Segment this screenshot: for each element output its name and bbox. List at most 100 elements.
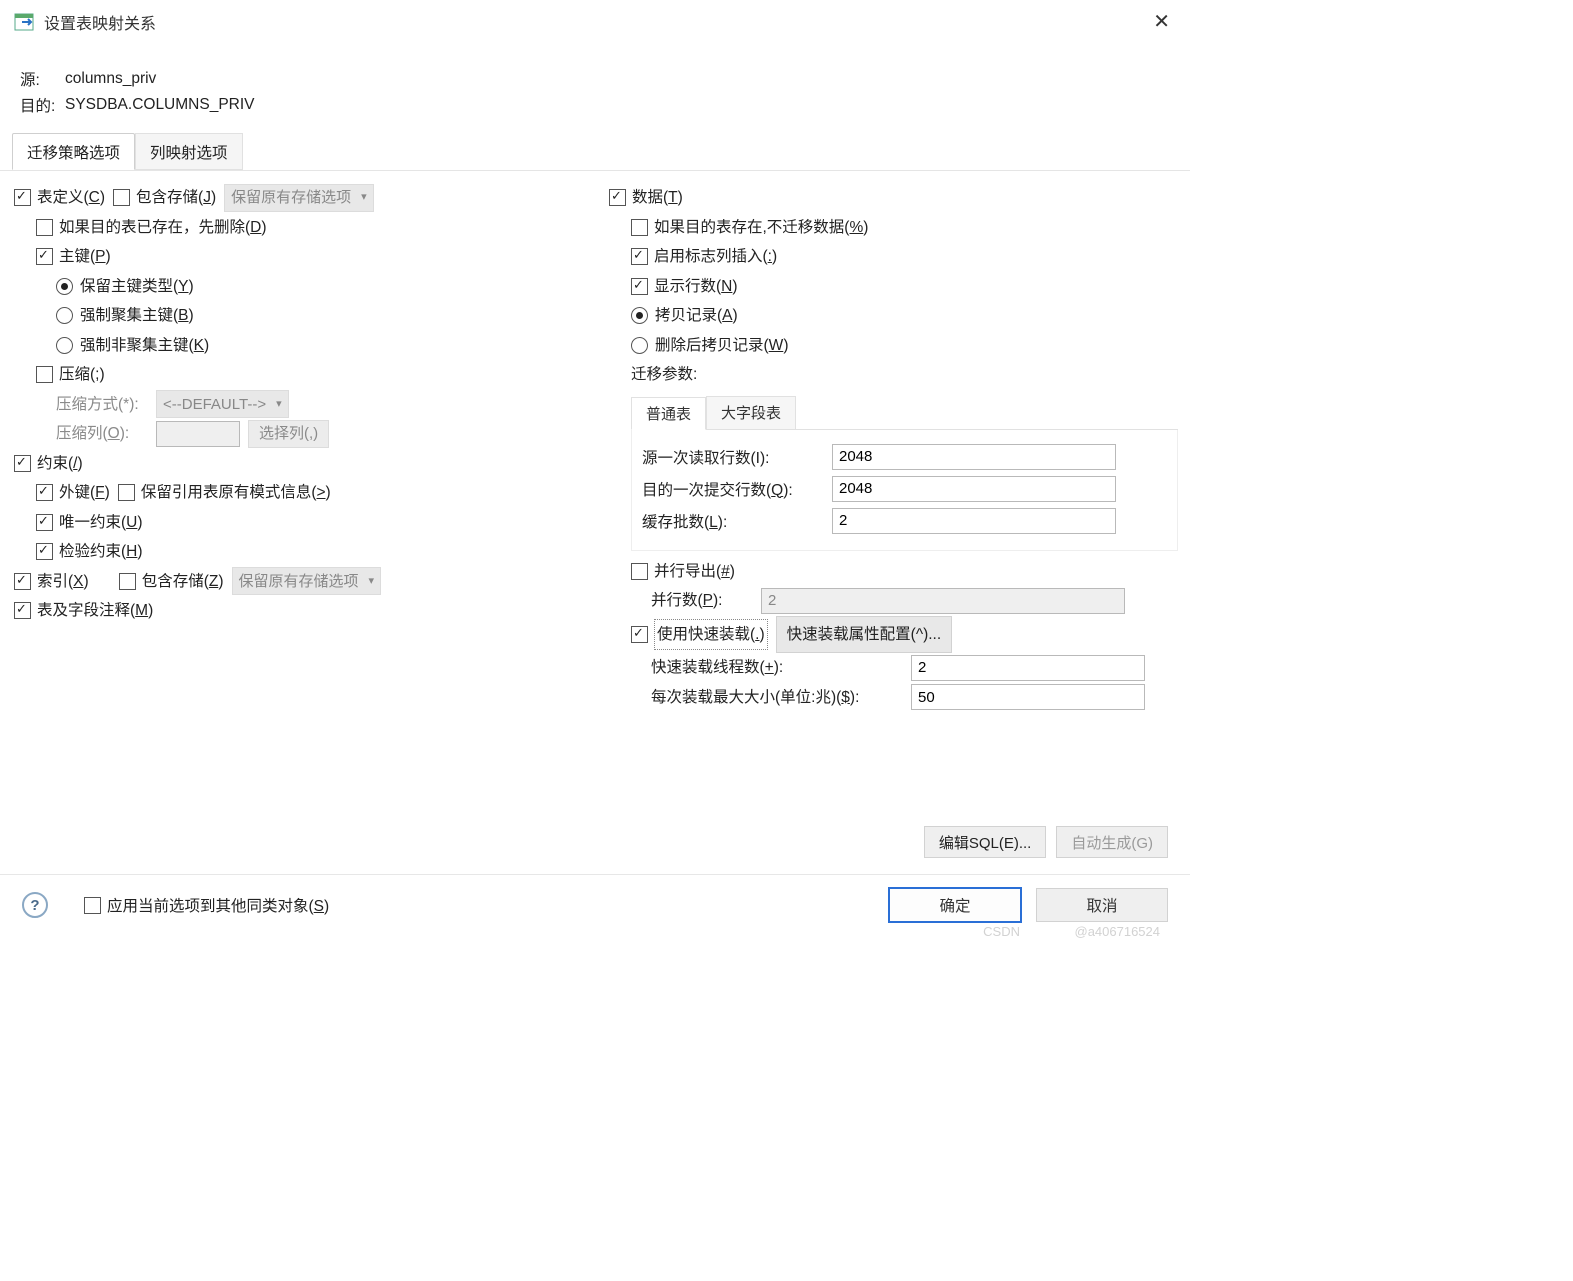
force-nonclustered-pk-label: 强制非聚集主键(K)	[80, 331, 209, 361]
select-columns-button: 选择列(,)	[248, 420, 329, 448]
force-clustered-pk-label: 强制聚集主键(B)	[80, 301, 194, 331]
data-checkbox[interactable]	[609, 189, 626, 206]
footer: ? 应用当前选项到其他同类对象(S) 确定 取消	[0, 875, 1190, 923]
table-definition-checkbox[interactable]	[14, 189, 31, 206]
identity-insert-checkbox[interactable]	[631, 248, 648, 265]
target-row: 目的: SYSDBA.COLUMNS_PRIV	[0, 92, 1190, 118]
check-constraint-checkbox[interactable]	[36, 543, 53, 560]
parallel-count-input	[761, 588, 1125, 614]
options-body: 表定义(C) 包含存储(J) 保留原有存储选项▾ 如果目的表已存在，先删除(D)…	[0, 170, 1190, 712]
comments-checkbox[interactable]	[14, 602, 31, 619]
app-icon	[14, 13, 34, 31]
index-include-storage-label: 包含存储(Z)	[142, 567, 224, 597]
param-box: 源一次读取行数(I): 目的一次提交行数(Q): 缓存批数(L):	[631, 430, 1178, 551]
max-load-size-input[interactable]	[911, 684, 1145, 710]
watermark-author: @a406716524	[1075, 924, 1161, 939]
main-tabs: 迁移策略选项 列映射选项	[12, 132, 1190, 170]
keep-ref-schema-checkbox[interactable]	[118, 484, 135, 501]
unique-constraint-checkbox[interactable]	[36, 514, 53, 531]
show-rows-checkbox[interactable]	[631, 278, 648, 295]
subtab-normal-table[interactable]: 普通表	[631, 397, 706, 430]
tab-column-mapping[interactable]: 列映射选项	[135, 133, 243, 170]
fast-load-checkbox[interactable]	[631, 626, 648, 643]
delete-then-copy-label: 删除后拷贝记录(W)	[655, 331, 788, 361]
compression-checkbox[interactable]	[36, 366, 53, 383]
parallel-export-checkbox[interactable]	[631, 563, 648, 580]
target-label: 目的:	[20, 94, 65, 116]
left-column: 表定义(C) 包含存储(J) 保留原有存储选项▾ 如果目的表已存在，先删除(D)…	[14, 183, 583, 712]
param-subtabs-container: 普通表 大字段表 源一次读取行数(I): 目的一次提交行数(Q): 缓存批数(L…	[609, 396, 1178, 551]
copy-records-radio[interactable]	[631, 307, 648, 324]
storage-option-combo[interactable]: 保留原有存储选项▾	[224, 184, 374, 212]
tab-migration-strategy[interactable]: 迁移策略选项	[12, 133, 135, 170]
help-icon[interactable]: ?	[22, 892, 48, 918]
target-commit-rows-input[interactable]	[832, 476, 1116, 502]
primary-key-label: 主键(P)	[59, 242, 111, 272]
drop-if-exists-checkbox[interactable]	[36, 219, 53, 236]
check-constraint-label: 检验约束(H)	[59, 537, 143, 567]
compression-label: 压缩(;)	[59, 360, 105, 390]
copy-records-label: 拷贝记录(A)	[655, 301, 738, 331]
constraints-label: 约束(/)	[37, 449, 83, 479]
parallel-count-label: 并行数(P):	[651, 586, 761, 616]
foreign-key-label: 外键(F)	[59, 478, 110, 508]
comments-label: 表及字段注释(M)	[37, 596, 153, 626]
include-storage-label: 包含存储(J)	[136, 183, 216, 213]
ok-button[interactable]: 确定	[888, 887, 1022, 923]
watermark-csdn: CSDN	[983, 924, 1020, 939]
keep-pk-type-radio[interactable]	[56, 278, 73, 295]
table-definition-label: 表定义(C)	[37, 183, 105, 213]
right-column: 数据(T) 如果目的表存在,不迁移数据(%) 启用标志列插入(:) 显示行数(N…	[583, 183, 1178, 712]
primary-key-checkbox[interactable]	[36, 248, 53, 265]
cancel-button[interactable]: 取消	[1036, 888, 1168, 922]
source-row: 源: columns_priv	[0, 66, 1190, 92]
parallel-export-label: 并行导出(#)	[654, 557, 735, 587]
cache-batches-input[interactable]	[832, 508, 1116, 534]
fast-load-config-button[interactable]: 快速装载属性配置(^)...	[776, 616, 953, 654]
compression-method-combo: <--DEFAULT-->▾	[156, 390, 289, 418]
titlebar: 设置表映射关系 ✕	[0, 0, 1190, 40]
force-clustered-pk-radio[interactable]	[56, 307, 73, 324]
identity-insert-label: 启用标志列插入(:)	[654, 242, 777, 272]
compression-column-input	[156, 421, 240, 447]
dialog-title: 设置表映射关系	[44, 10, 156, 34]
target-value: SYSDBA.COLUMNS_PRIV	[65, 96, 255, 114]
index-include-storage-checkbox[interactable]	[119, 573, 136, 590]
max-load-size-label: 每次装载最大大小(单位:兆)($):	[651, 683, 911, 713]
source-read-rows-label: 源一次读取行数(I):	[642, 446, 832, 468]
compression-method-label: 压缩方式(*):	[56, 390, 156, 420]
fast-load-threads-input[interactable]	[911, 655, 1145, 681]
subtab-lob-table[interactable]: 大字段表	[706, 396, 796, 429]
constraints-checkbox[interactable]	[14, 455, 31, 472]
unique-constraint-label: 唯一约束(U)	[59, 508, 143, 538]
foreign-key-checkbox[interactable]	[36, 484, 53, 501]
skip-if-exists-checkbox[interactable]	[631, 219, 648, 236]
auto-generate-button: 自动生成(G)	[1056, 826, 1168, 858]
show-rows-label: 显示行数(N)	[654, 272, 738, 302]
cache-batches-label: 缓存批数(L):	[642, 510, 832, 532]
source-read-rows-input[interactable]	[832, 444, 1116, 470]
source-value: columns_priv	[65, 70, 156, 88]
fast-load-label: 使用快速装载(.)	[654, 619, 768, 651]
close-icon[interactable]: ✕	[1147, 10, 1176, 34]
force-nonclustered-pk-radio[interactable]	[56, 337, 73, 354]
keep-ref-schema-label: 保留引用表原有模式信息(>)	[141, 478, 331, 508]
drop-if-exists-label: 如果目的表已存在，先删除(D)	[59, 213, 267, 243]
dialog-window: 设置表映射关系 ✕ 源: columns_priv 目的: SYSDBA.COL…	[0, 0, 1190, 943]
footer-top: 编辑SQL(E)... 自动生成(G)	[0, 812, 1190, 868]
param-subtabs: 普通表 大字段表	[631, 396, 1178, 430]
index-checkbox[interactable]	[14, 573, 31, 590]
apply-to-others-checkbox[interactable]	[84, 897, 101, 914]
fast-load-threads-label: 快速装载线程数(+):	[651, 653, 911, 683]
include-storage-checkbox[interactable]	[113, 189, 130, 206]
delete-then-copy-radio[interactable]	[631, 337, 648, 354]
edit-sql-button[interactable]: 编辑SQL(E)...	[924, 826, 1047, 858]
target-commit-rows-label: 目的一次提交行数(Q):	[642, 478, 832, 500]
compression-column-label: 压缩列(O):	[56, 419, 156, 449]
migration-params-label: 迁移参数:	[631, 360, 697, 390]
index-label: 索引(X)	[37, 567, 89, 597]
index-storage-combo[interactable]: 保留原有存储选项▾	[232, 567, 382, 595]
keep-pk-type-label: 保留主键类型(Y)	[80, 272, 194, 302]
data-label: 数据(T)	[632, 183, 683, 213]
source-label: 源:	[20, 68, 65, 90]
